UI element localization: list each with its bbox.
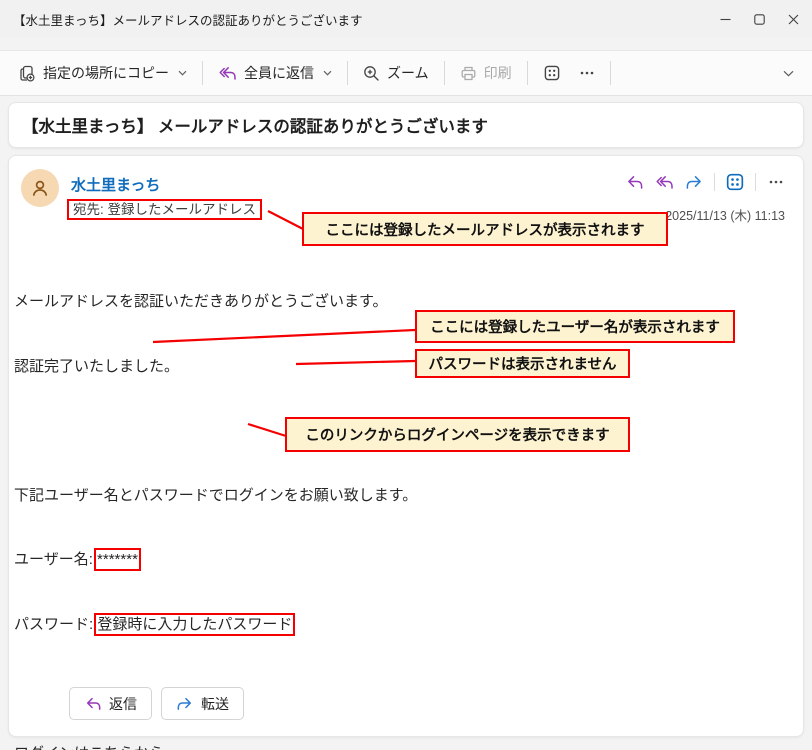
chevron-down-icon (178, 70, 187, 76)
reply-icon (625, 174, 644, 191)
username-line: ユーザー名: ******* (14, 549, 641, 571)
more-options-button[interactable] (570, 59, 604, 87)
minimize-icon (720, 14, 731, 25)
sender-name[interactable]: 水土里まっち (71, 174, 160, 195)
copy-to-location-label: 指定の場所にコピー (43, 63, 169, 83)
reading-pane-grid-button[interactable] (534, 58, 570, 88)
zoom-button[interactable]: ズーム (354, 57, 438, 89)
reply-all-button[interactable] (651, 170, 677, 194)
close-button[interactable] (776, 0, 810, 38)
annotation-username-note: ここには登録したユーザー名が表示されます (415, 310, 735, 343)
grid-icon (725, 172, 745, 192)
grid-icon (543, 64, 561, 82)
chevron-down-icon (323, 70, 332, 76)
copy-icon (19, 65, 36, 82)
to-recipient-annotated-box: 宛先: 登録したメールアドレス (67, 199, 262, 220)
chevron-down-icon (783, 70, 794, 77)
print-button[interactable]: 印刷 (451, 57, 521, 89)
mail-reader-window: 【水土里まっち】メールアドレスの認証ありがとうございます 指定の場所にコピー (0, 0, 812, 750)
annotation-email-note: ここには登録したメールアドレスが表示されます (302, 212, 668, 246)
annotation-link-note: このリンクからログインページを表示できます (285, 417, 630, 452)
toolbar-separator (347, 61, 348, 85)
person-icon (29, 177, 51, 199)
toolbar-collapse-button[interactable] (783, 64, 802, 82)
password-label: パスワード: (14, 616, 93, 633)
reply-all-icon (218, 65, 237, 82)
message-action-bar (621, 170, 789, 194)
maximize-icon (754, 14, 765, 25)
more-horizontal-icon (579, 65, 595, 81)
body-line: ログインはこちらから (14, 743, 641, 750)
title-bar: 【水土里まっち】メールアドレスの認証ありがとうございます (0, 0, 812, 38)
apps-grid-button[interactable] (722, 170, 748, 194)
toolbar-separator (202, 61, 203, 85)
reply-all-button[interactable]: 全員に返信 (209, 57, 341, 89)
minimize-button[interactable] (708, 0, 742, 38)
copy-to-location-button[interactable]: 指定の場所にコピー (10, 57, 196, 89)
close-icon (788, 14, 799, 25)
reply-icon (84, 696, 102, 712)
print-label: 印刷 (484, 63, 512, 83)
action-separator (755, 173, 756, 191)
forward-icon (685, 174, 704, 191)
reply-all-label: 全員に返信 (244, 63, 314, 83)
reply-button-footer[interactable]: 返信 (69, 687, 152, 720)
window-controls (708, 0, 810, 38)
sender-avatar[interactable] (21, 169, 59, 207)
reply-label: 返信 (109, 694, 137, 714)
message-date: 2025/11/13 (木) 11:13 (665, 205, 785, 224)
forward-icon (176, 696, 194, 712)
password-value-annotated: 登録時に入力したパスワード (97, 616, 292, 633)
forward-label: 転送 (201, 694, 229, 714)
body-line: 下記ユーザー名とパスワードでログインをお願い致します。 (14, 485, 641, 507)
more-horizontal-icon (768, 174, 784, 190)
annotation-password-note: パスワードは表示されません (415, 349, 630, 378)
message-subject: 【水土里まっち】 メールアドレスの認証ありがとうございます (9, 113, 488, 137)
toolbar-separator (444, 61, 445, 85)
toolbar: 指定の場所にコピー 全員に返信 ズーム (0, 50, 812, 96)
zoom-label: ズーム (387, 63, 429, 83)
window-title: 【水土里まっち】メールアドレスの認証ありがとうございます (0, 10, 363, 29)
action-separator (714, 173, 715, 191)
reply-all-icon (655, 174, 674, 191)
forward-button[interactable] (681, 170, 707, 194)
forward-button-footer[interactable]: 転送 (161, 687, 244, 720)
username-label: ユーザー名: (14, 551, 93, 568)
username-value-annotated: ******* (97, 551, 138, 568)
reply-button[interactable] (621, 170, 647, 194)
toolbar-separator (610, 61, 611, 85)
zoom-icon (363, 65, 380, 82)
more-message-actions-button[interactable] (763, 170, 789, 194)
footer-actions: 返信 転送 (69, 687, 244, 720)
print-icon (460, 65, 477, 82)
password-line: パスワード: 登録時に入力したパスワード (14, 614, 641, 636)
toolbar-separator (527, 61, 528, 85)
maximize-button[interactable] (742, 0, 776, 38)
subject-card: 【水土里まっち】 メールアドレスの認証ありがとうございます (8, 102, 804, 148)
